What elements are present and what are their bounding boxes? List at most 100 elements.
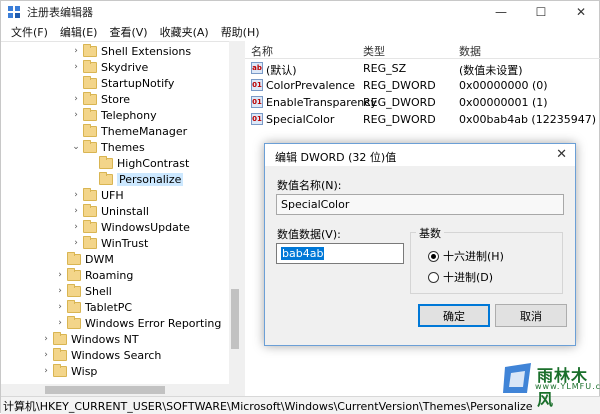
folder-icon [83, 219, 97, 233]
status-path: 计算机\HKEY_CURRENT_USER\SOFTWARE\Microsoft… [3, 399, 533, 413]
status-bar: 计算机\HKEY_CURRENT_USER\SOFTWARE\Microsoft… [1, 396, 600, 414]
cancel-button[interactable]: 取消 [495, 304, 567, 327]
folder-icon [53, 331, 67, 345]
dialog-title: 编辑 DWORD (32 位)值 [275, 151, 397, 164]
edit-dword-dialog: 编辑 DWORD (32 位)值 ✕ 数值名称(N): SpecialColor… [264, 143, 576, 346]
tree-item[interactable]: StartupNotify [71, 75, 174, 91]
tree-horizontal-scroll-thumb[interactable] [45, 386, 165, 394]
window-title: 注册表编辑器 [27, 6, 93, 19]
radio-hexadecimal[interactable]: 十六进制(H) [428, 248, 504, 264]
tree-item-label: WindowsUpdate [101, 220, 190, 234]
chevron-right-icon[interactable]: › [71, 110, 81, 120]
list-item[interactable]: 01 SpecialColor REG_DWORD 0x00bab4ab (12235… [245, 111, 600, 128]
tree-item-label: HighContrast [117, 156, 190, 170]
list-item[interactable]: 01 EnableTransparency REG_DWORD 0x00000001 … [245, 94, 600, 111]
list-item[interactable]: ab (默认) REG_SZ (数值未设置) [245, 60, 600, 77]
folder-icon [67, 283, 81, 297]
tree-item[interactable]: › Store [71, 91, 130, 107]
radio-checked-icon [428, 250, 439, 262]
radio-hex-label: 十六进制(H) [443, 250, 504, 263]
menu-file[interactable]: 文件(F) [5, 24, 54, 40]
tree-item-label: Personalize [117, 172, 184, 186]
value-name-label: 数值名称(N): [277, 179, 342, 192]
value-name: SpecialColor [266, 113, 335, 126]
folder-icon [67, 251, 81, 265]
folder-icon [67, 267, 81, 281]
tree-item-label: Windows Error Reporting [85, 316, 222, 330]
base-group-title: 基数 [416, 225, 444, 241]
close-button[interactable]: ✕ [561, 1, 600, 23]
tree-item[interactable]: › WinTrust [71, 235, 148, 251]
chevron-down-icon[interactable]: ⌄ [71, 142, 81, 152]
tree-item-label: ThemeManager [101, 124, 188, 138]
value-type: REG_DWORD [363, 79, 436, 92]
menu-bar: 文件(F) 编辑(E) 查看(V) 收藏夹(A) 帮助(H) [1, 23, 600, 41]
radio-decimal[interactable]: 十进制(D) [428, 269, 493, 285]
value-data-input[interactable]: bab4ab [276, 243, 404, 264]
tree-item-label: TabletPC [85, 300, 133, 314]
menu-help[interactable]: 帮助(H) [215, 24, 266, 40]
folder-icon [83, 107, 97, 121]
chevron-right-icon[interactable]: › [55, 270, 65, 280]
tree-item[interactable]: › WindowsUpdate [71, 219, 190, 235]
tree-item[interactable]: Personalize [87, 171, 184, 187]
title-bar: 注册表编辑器 — ☐ ✕ [1, 1, 600, 23]
menu-edit[interactable]: 编辑(E) [54, 24, 104, 40]
tree-item[interactable]: › Wisp [41, 363, 97, 379]
tree-item-label: Skydrive [101, 60, 149, 74]
minimize-button[interactable]: — [481, 1, 521, 23]
chevron-right-icon[interactable]: › [71, 62, 81, 72]
value-data: (数值未设置) [459, 64, 523, 77]
menu-view[interactable]: 查看(V) [103, 24, 153, 40]
column-type[interactable]: 类型 [363, 43, 385, 59]
tree-item[interactable]: › TabletPC [55, 299, 132, 315]
chevron-right-icon[interactable]: › [71, 238, 81, 248]
value-data-label: 数值数据(V): [277, 228, 341, 241]
tree-item[interactable]: › Skydrive [71, 59, 148, 75]
chevron-right-icon[interactable]: › [41, 334, 51, 344]
tree-item[interactable]: › Windows Search [41, 347, 161, 363]
chevron-right-icon[interactable]: › [71, 94, 81, 104]
dialog-close-icon[interactable]: ✕ [556, 147, 567, 162]
folder-icon [67, 299, 81, 313]
tree-item[interactable]: › UFH [71, 187, 124, 203]
folder-icon [99, 155, 113, 169]
tree-item[interactable]: › Roaming [55, 267, 133, 283]
tree-item[interactable]: › Telephony [71, 107, 157, 123]
tree-item-label: Themes [101, 140, 145, 154]
tree-item[interactable]: › Uninstall [71, 203, 149, 219]
list-item[interactable]: 01 ColorPrevalence REG_DWORD 0x00000000 (0) [245, 77, 600, 94]
tree-vertical-scroll-thumb[interactable] [231, 289, 239, 349]
maximize-button[interactable]: ☐ [521, 1, 561, 23]
column-name[interactable]: 名称 [251, 43, 273, 59]
chevron-right-icon[interactable]: › [55, 302, 65, 312]
value-name: ColorPrevalence [266, 79, 356, 92]
menu-favorites[interactable]: 收藏夹(A) [154, 24, 215, 40]
chevron-right-icon[interactable]: › [55, 318, 65, 328]
value-name-field[interactable]: SpecialColor [276, 194, 564, 215]
key-tree[interactable]: › Shell Extensions › Skydrive StartupNotify ›… [1, 41, 241, 396]
value-type: REG_SZ [363, 62, 407, 75]
tree-item[interactable]: › Shell Extensions [71, 43, 191, 59]
tree-item-label: StartupNotify [101, 76, 175, 90]
value-type: REG_DWORD [363, 113, 436, 126]
tree-item[interactable]: › Windows NT [41, 331, 139, 347]
chevron-right-icon[interactable]: › [71, 46, 81, 56]
tree-item[interactable]: HighContrast [87, 155, 189, 171]
tree-item[interactable]: › Shell [55, 283, 112, 299]
tree-item[interactable]: DWM [55, 251, 114, 267]
chevron-right-icon[interactable]: › [55, 286, 65, 296]
folder-icon [53, 347, 67, 361]
value-data: 0x00000001 (1) [459, 96, 548, 109]
tree-item[interactable]: ⌄ Themes [71, 139, 145, 155]
chevron-right-icon[interactable]: › [41, 350, 51, 360]
chevron-right-icon[interactable]: › [71, 222, 81, 232]
chevron-right-icon[interactable]: › [71, 190, 81, 200]
chevron-right-icon[interactable]: › [71, 206, 81, 216]
chevron-right-icon[interactable]: › [41, 366, 51, 376]
tree-item[interactable]: › Windows Error Reporting [55, 315, 221, 331]
tree-item[interactable]: ThemeManager [71, 123, 187, 139]
dialog-title-bar: 编辑 DWORD (32 位)值 ✕ [265, 144, 575, 166]
column-data[interactable]: 数据 [459, 43, 481, 59]
ok-button[interactable]: 确定 [418, 304, 490, 327]
